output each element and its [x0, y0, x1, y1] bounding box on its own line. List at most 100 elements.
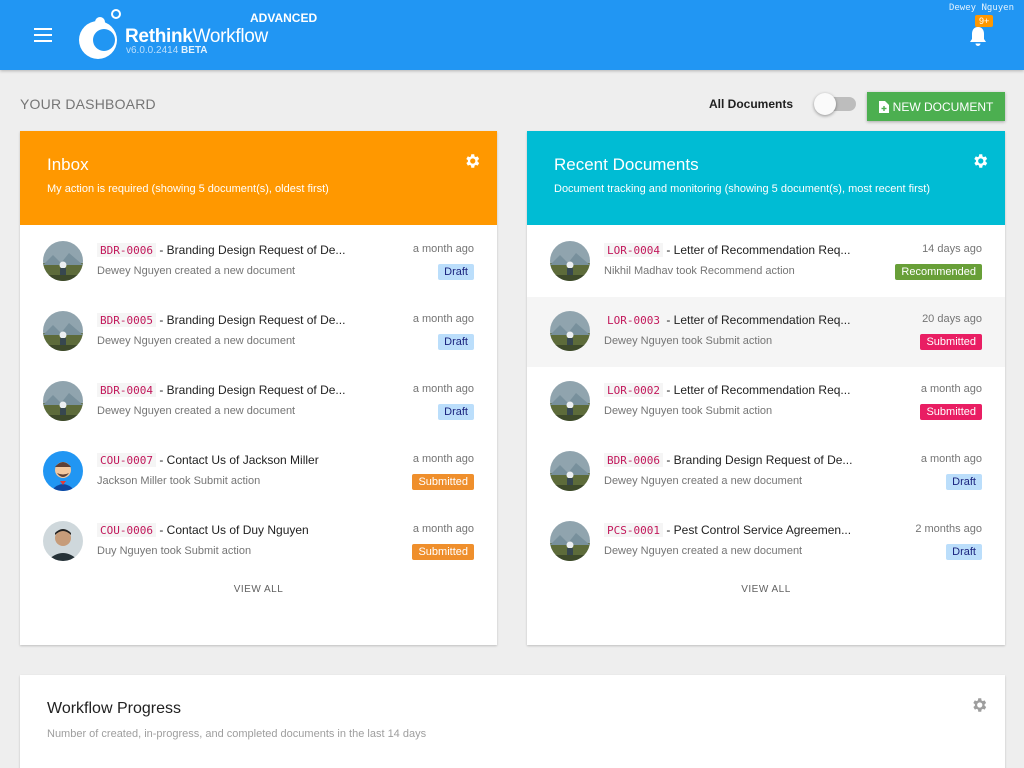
inbox-view-all-link[interactable]: VIEW ALL — [20, 584, 497, 595]
document-time: 2 months ago — [915, 523, 982, 535]
page-title: YOUR DASHBOARD — [20, 96, 156, 112]
avatar — [550, 311, 590, 351]
status-badge: Submitted — [920, 404, 982, 420]
workflow-progress-title: Workflow Progress — [47, 700, 181, 717]
workflow-progress-card: Workflow Progress Number of created, in-… — [20, 675, 1005, 768]
rethink-logo-icon — [79, 9, 121, 59]
document-row[interactable]: COU-0007 - Contact Us of Jackson Miller J… — [20, 437, 497, 507]
inbox-title: Inbox — [47, 155, 89, 174]
document-time: a month ago — [412, 453, 474, 465]
document-title-line: LOR-0003 - Letter of Recommendation Req.… — [604, 313, 850, 327]
document-title[interactable]: - Branding Design Request of De... — [159, 383, 345, 397]
document-code[interactable]: COU-0006 — [97, 523, 156, 537]
document-activity: Dewey Nguyen created a new document — [97, 265, 296, 277]
gear-icon[interactable] — [971, 152, 989, 170]
document-time: a month ago — [412, 383, 474, 395]
document-row[interactable]: LOR-0004 - Letter of Recommendation Req.… — [527, 227, 1005, 297]
recent-documents-list: LOR-0004 - Letter of Recommendation Req.… — [527, 225, 1005, 577]
all-documents-toggle[interactable] — [814, 93, 858, 115]
brand-version: v6.0.0.2414 BETA — [126, 45, 208, 56]
document-title[interactable]: - Pest Control Service Agreemen... — [666, 523, 851, 537]
document-code[interactable]: LOR-0002 — [604, 383, 663, 397]
document-title-line: BDR-0006 - Branding Design Request of De… — [97, 243, 345, 257]
inbox-list: BDR-0006 - Branding Design Request of De… — [20, 225, 497, 577]
status-badge: Draft — [946, 474, 982, 490]
document-title[interactable]: - Contact Us of Jackson Miller — [159, 453, 318, 467]
document-row[interactable]: PCS-0001 - Pest Control Service Agreemen… — [527, 507, 1005, 577]
status-badge: Recommended — [895, 264, 982, 280]
document-row[interactable]: BDR-0006 - Branding Design Request of De… — [20, 227, 497, 297]
avatar — [43, 241, 83, 281]
document-row[interactable]: BDR-0005 - Branding Design Request of De… — [20, 297, 497, 367]
document-time: a month ago — [412, 243, 474, 255]
user-name[interactable]: Dewey Nguyen — [949, 3, 1014, 13]
document-row[interactable]: BDR-0004 - Branding Design Request of De… — [20, 367, 497, 437]
status-badge: Submitted — [412, 474, 474, 490]
document-code[interactable]: COU-0007 — [97, 453, 156, 467]
document-time: a month ago — [412, 313, 474, 325]
document-activity: Jackson Miller took Submit action — [97, 475, 261, 487]
document-title-line: LOR-0002 - Letter of Recommendation Req.… — [604, 383, 850, 397]
document-activity: Dewey Nguyen created a new document — [97, 405, 296, 417]
document-title-line: BDR-0004 - Branding Design Request of De… — [97, 383, 345, 397]
document-activity: Dewey Nguyen took Submit action — [604, 335, 773, 347]
document-row[interactable]: BDR-0006 - Branding Design Request of De… — [527, 437, 1005, 507]
new-document-label: NEW DOCUMENT — [892, 99, 994, 114]
document-code[interactable]: PCS-0001 — [604, 523, 663, 537]
document-row[interactable]: LOR-0002 - Letter of Recommendation Req.… — [527, 367, 1005, 437]
brand-edition: ADVANCED — [250, 11, 318, 25]
document-time: a month ago — [920, 453, 982, 465]
document-activity: Dewey Nguyen created a new document — [604, 545, 803, 557]
document-time: a month ago — [920, 383, 982, 395]
document-title[interactable]: - Branding Design Request of De... — [159, 243, 345, 257]
inbox-subtitle: My action is required (showing 5 documen… — [47, 183, 329, 195]
new-document-button[interactable]: NEW DOCUMENT — [867, 92, 1005, 121]
document-activity: Duy Nguyen took Submit action — [97, 545, 252, 557]
recent-documents-card: Recent Documents Document tracking and m… — [527, 131, 1005, 645]
document-activity: Dewey Nguyen took Submit action — [604, 405, 773, 417]
document-title[interactable]: - Contact Us of Duy Nguyen — [159, 523, 308, 537]
recent-documents-subtitle: Document tracking and monitoring (showin… — [554, 183, 930, 195]
document-row[interactable]: COU-0006 - Contact Us of Duy Nguyen Duy N… — [20, 507, 497, 577]
recent-view-all-link[interactable]: VIEW ALL — [527, 584, 1005, 595]
avatar — [550, 451, 590, 491]
gear-icon[interactable] — [970, 696, 988, 714]
bell-icon[interactable] — [968, 25, 988, 47]
document-title[interactable]: - Letter of Recommendation Req... — [666, 243, 850, 257]
document-title[interactable]: - Letter of Recommendation Req... — [666, 313, 850, 327]
document-title[interactable]: - Letter of Recommendation Req... — [666, 383, 850, 397]
document-title-line: COU-0006 - Contact Us of Duy Nguyen — [97, 523, 309, 537]
gear-icon[interactable] — [463, 152, 481, 170]
avatar — [43, 521, 83, 561]
avatar — [43, 451, 83, 491]
document-time: a month ago — [412, 523, 474, 535]
inbox-header: Inbox My action is required (showing 5 d… — [20, 131, 497, 225]
notification-count-badge[interactable]: 9+ — [975, 15, 994, 27]
avatar — [43, 381, 83, 421]
document-time: 14 days ago — [922, 243, 982, 255]
inbox-card: Inbox My action is required (showing 5 d… — [20, 131, 497, 645]
avatar — [43, 311, 83, 351]
document-code[interactable]: BDR-0004 — [97, 383, 156, 397]
status-badge: Draft — [438, 334, 474, 350]
status-badge: Draft — [438, 404, 474, 420]
avatar — [550, 381, 590, 421]
recent-documents-header: Recent Documents Document tracking and m… — [527, 131, 1005, 225]
avatar — [550, 521, 590, 561]
document-time: 20 days ago — [922, 313, 982, 325]
document-title-line: LOR-0004 - Letter of Recommendation Req.… — [604, 243, 850, 257]
status-badge: Submitted — [412, 544, 474, 560]
document-code[interactable]: LOR-0003 — [604, 313, 663, 327]
workflow-progress-subtitle: Number of created, in-progress, and comp… — [47, 728, 427, 740]
document-title[interactable]: - Branding Design Request of De... — [159, 313, 345, 327]
document-code[interactable]: BDR-0006 — [604, 453, 663, 467]
document-title-line: BDR-0006 - Branding Design Request of De… — [604, 453, 852, 467]
all-documents-label: All Documents — [709, 97, 794, 111]
document-row[interactable]: LOR-0003 - Letter of Recommendation Req.… — [527, 297, 1005, 367]
document-title-line: PCS-0001 - Pest Control Service Agreemen… — [604, 523, 851, 537]
document-code[interactable]: LOR-0004 — [604, 243, 663, 257]
menu-icon[interactable] — [34, 27, 54, 43]
document-code[interactable]: BDR-0006 — [97, 243, 156, 257]
document-code[interactable]: BDR-0005 — [97, 313, 156, 327]
document-title[interactable]: - Branding Design Request of De... — [666, 453, 852, 467]
